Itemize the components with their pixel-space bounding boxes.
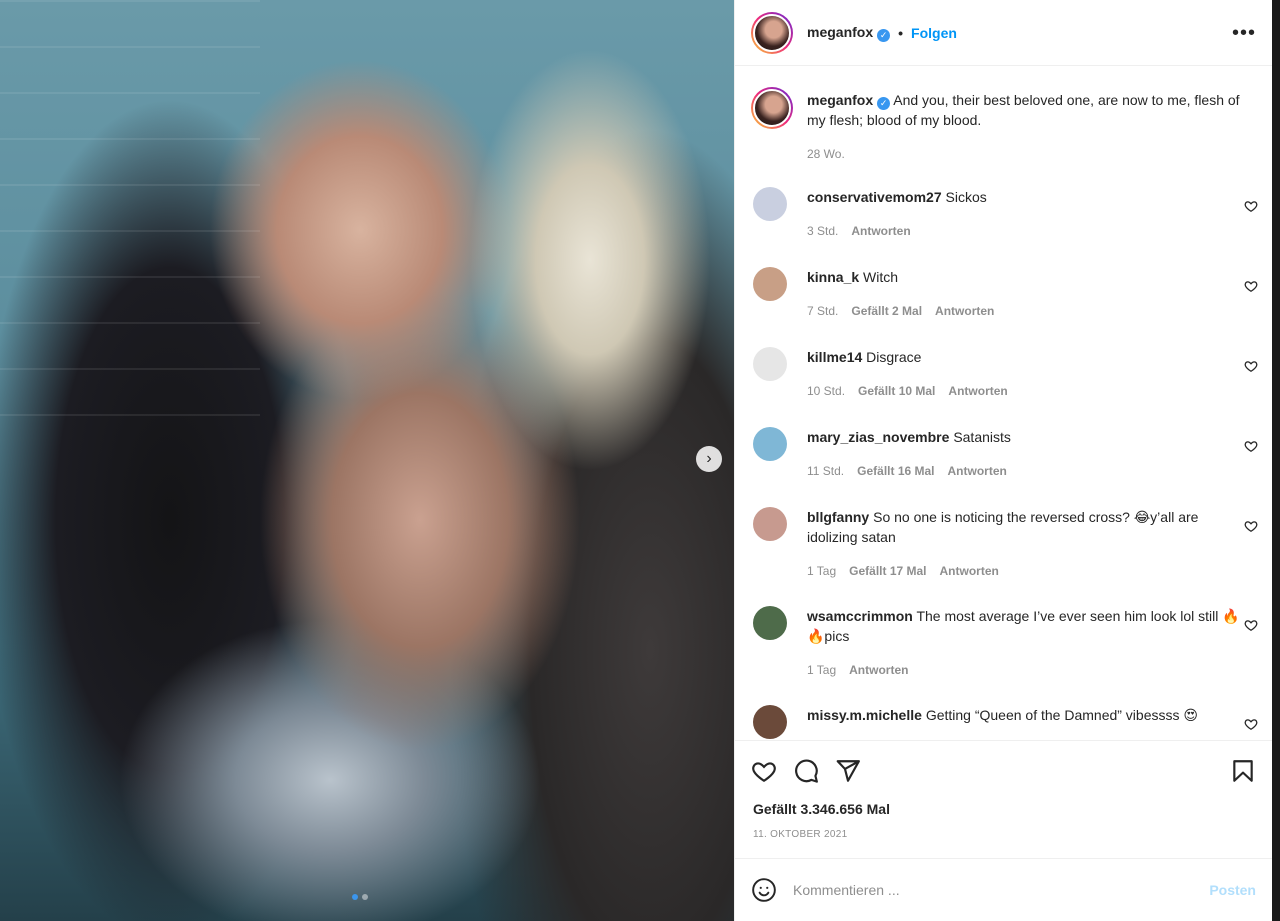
- caption-avatar[interactable]: [751, 87, 793, 129]
- post-photo[interactable]: ›: [0, 0, 734, 921]
- comment-age[interactable]: 10 Std.: [807, 381, 845, 401]
- commenter-username[interactable]: bllgfanny: [807, 509, 869, 525]
- commenter-username[interactable]: kinna_k: [807, 269, 859, 285]
- like-count[interactable]: Gefällt 3.346.656 Mal: [753, 801, 890, 817]
- comment-item: mary_zias_novembre Satanists 11 Std. Gefäl…: [751, 427, 1258, 481]
- comment-item: missy.m.michelle Getting “Queen of the D…: [751, 705, 1258, 739]
- smiley-icon[interactable]: [751, 877, 777, 903]
- comment-like-count[interactable]: Gefällt 10 Mal: [858, 381, 935, 401]
- post-header: meganfox ✓ • Folgen •••: [735, 0, 1272, 66]
- comment-item: killme14 Disgrace 10 Std. Gefällt 10 Mal An…: [751, 347, 1258, 401]
- commenter-username[interactable]: wsamccrimmon: [807, 608, 913, 624]
- comment-heart-icon[interactable]: [1244, 359, 1258, 373]
- commenter-avatar[interactable]: [753, 705, 787, 739]
- photo-wall-texture: [0, 0, 260, 420]
- commenter-avatar[interactable]: [753, 267, 787, 301]
- paper-plane-icon[interactable]: [835, 758, 861, 784]
- reply-button[interactable]: Antworten: [851, 221, 910, 241]
- comment-age[interactable]: 1 Tag: [807, 561, 836, 581]
- comment-icon[interactable]: [793, 758, 819, 784]
- post-comment-button[interactable]: Posten: [1209, 882, 1256, 898]
- carousel-dot-active: [352, 894, 358, 900]
- comment-heart-icon[interactable]: [1244, 279, 1258, 293]
- comment-meta: 11 Std. Gefällt 16 Mal Antworten: [807, 461, 1240, 481]
- commenter-username[interactable]: killme14: [807, 349, 862, 365]
- reply-button[interactable]: Antworten: [940, 561, 999, 581]
- chevron-right-icon: ›: [706, 450, 712, 467]
- add-comment-bar: Posten: [735, 858, 1272, 921]
- comment-like-count[interactable]: Gefällt 2 Mal: [851, 301, 922, 321]
- commenter-avatar[interactable]: [753, 606, 787, 640]
- comment-heart-icon[interactable]: [1244, 519, 1258, 533]
- commenter-avatar[interactable]: [753, 427, 787, 461]
- comment-heart-icon[interactable]: [1244, 199, 1258, 213]
- author-avatar[interactable]: [751, 11, 793, 54]
- verified-badge-icon: ✓: [877, 28, 891, 42]
- comment-item: wsamccrimmon The most average I’ve ever …: [751, 606, 1258, 680]
- comment-age[interactable]: 1 Tag: [807, 660, 836, 680]
- more-options-icon[interactable]: •••: [1232, 23, 1256, 43]
- commenter-username[interactable]: missy.m.michelle: [807, 707, 922, 723]
- action-bar: [735, 740, 1272, 800]
- commenter-username[interactable]: conservativemom27: [807, 189, 942, 205]
- comment-text: Disgrace: [866, 349, 922, 365]
- comments-list[interactable]: meganfox ✓ And you, their best beloved on…: [735, 67, 1272, 739]
- header-separator: •: [898, 24, 904, 41]
- comment-heart-icon[interactable]: [1244, 717, 1258, 731]
- comment-heart-icon[interactable]: [1244, 439, 1258, 453]
- comment-like-count[interactable]: Gefällt 16 Mal: [857, 461, 934, 481]
- comment-age[interactable]: 11 Std.: [807, 461, 844, 481]
- bookmark-icon[interactable]: [1230, 758, 1256, 784]
- comment-text: Satanists: [953, 429, 1011, 445]
- follow-button[interactable]: Folgen: [911, 25, 957, 41]
- verified-badge-icon: ✓: [877, 97, 891, 110]
- comment-input[interactable]: [793, 882, 1210, 898]
- commenter-avatar[interactable]: [753, 347, 787, 381]
- comment-meta: 1 Tag Antworten: [807, 660, 1240, 680]
- commenter-avatar[interactable]: [753, 187, 787, 221]
- caption-age: 28 Wo.: [807, 147, 845, 161]
- comment-text: Getting “Queen of the Damned” vibessss 😍: [925, 707, 1198, 723]
- post-side-panel: meganfox ✓ • Folgen ••• meganfox ✓ And you…: [734, 0, 1272, 921]
- comment-item: kinna_k Witch 7 Std. Gefällt 2 Mal Antworte…: [751, 267, 1258, 321]
- post-caption: meganfox ✓ And you, their best beloved on…: [735, 67, 1272, 164]
- comment-item: bllgfanny So no one is noticing the reve…: [751, 507, 1258, 581]
- reply-button[interactable]: Antworten: [948, 381, 1007, 401]
- commenter-avatar[interactable]: [753, 507, 787, 541]
- comment-meta: 10 Std. Gefällt 10 Mal Antworten: [807, 381, 1240, 401]
- comment-age[interactable]: 3 Std.: [807, 221, 838, 241]
- comment-meta: 1 Tag Gefällt 17 Mal Antworten: [807, 561, 1240, 581]
- window-edge: [1272, 0, 1280, 921]
- comment-text: Witch: [863, 269, 899, 285]
- comment-meta: 3 Std. Antworten: [807, 221, 1240, 241]
- comment-item: conservativemom27 Sickos 3 Std. Antworten: [751, 187, 1258, 241]
- reply-button[interactable]: Antworten: [948, 461, 1007, 481]
- carousel-dot: [362, 894, 368, 900]
- commenter-username[interactable]: mary_zias_novembre: [807, 429, 949, 445]
- comment-age[interactable]: 7 Std.: [807, 301, 838, 321]
- author-username[interactable]: meganfox ✓: [807, 24, 891, 42]
- reply-button[interactable]: Antworten: [849, 660, 908, 680]
- carousel-dots: [352, 894, 368, 900]
- comment-heart-icon[interactable]: [1244, 618, 1258, 632]
- post-date[interactable]: 11. OKTOBER 2021: [753, 829, 847, 840]
- comment-text: Sickos: [945, 189, 987, 205]
- comment-meta: 7 Std. Gefällt 2 Mal Antworten: [807, 301, 1240, 321]
- next-photo-button[interactable]: ›: [696, 446, 722, 472]
- comment-like-count[interactable]: Gefällt 17 Mal: [849, 561, 926, 581]
- reply-button[interactable]: Antworten: [935, 301, 994, 321]
- heart-icon[interactable]: [751, 758, 777, 784]
- caption-username[interactable]: meganfox ✓: [807, 92, 891, 110]
